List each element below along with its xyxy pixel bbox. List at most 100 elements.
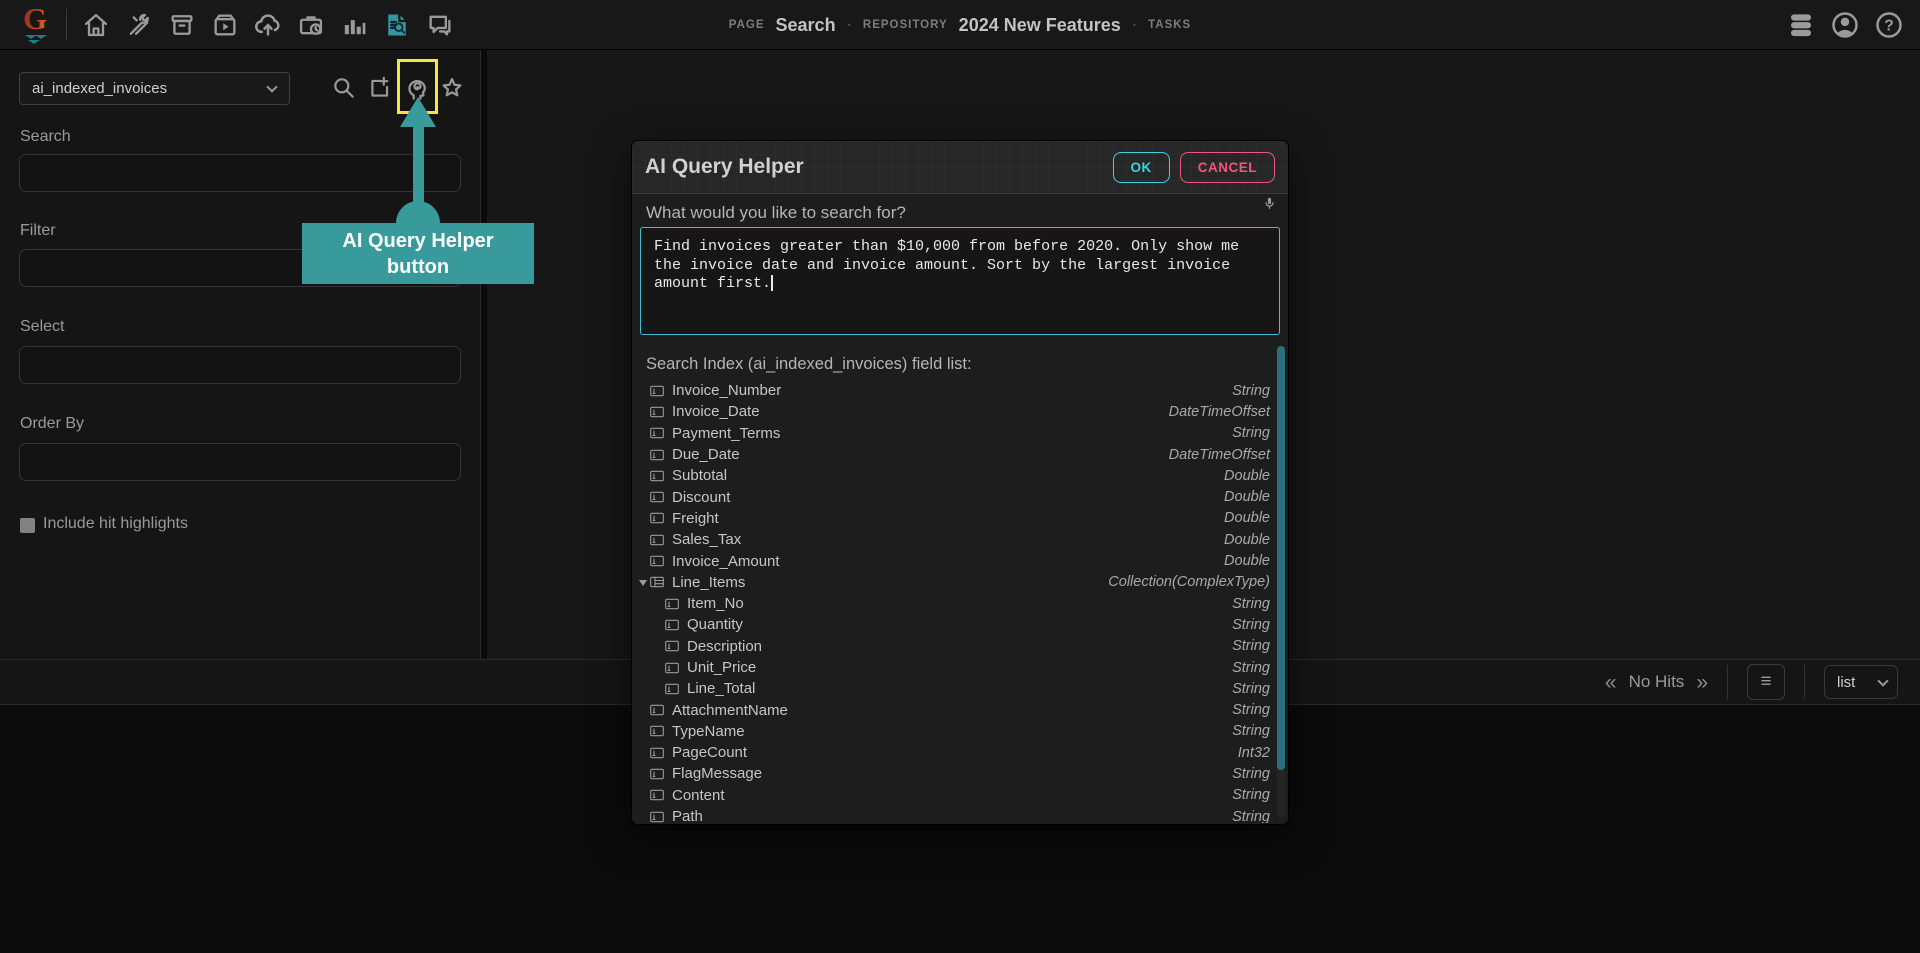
hit-count-status: No Hits [1628, 672, 1685, 691]
page-label: PAGE [728, 19, 765, 31]
query-textarea[interactable]: Find invoices greater than $10,000 from … [640, 227, 1280, 335]
svg-text:?: ? [1884, 18, 1894, 35]
field-row[interactable]: PageCount Int32 [632, 742, 1274, 763]
field-row[interactable]: Freight Double [632, 508, 1274, 529]
input-field-icon [650, 470, 664, 482]
bar-chart-icon[interactable] [337, 8, 371, 42]
ai-query-helper-dialog: AI Query Helper OK CANCEL What would you… [632, 141, 1288, 824]
field-type: String [1232, 638, 1270, 655]
field-row[interactable]: Content String [632, 785, 1274, 806]
callout-arrow-head [400, 97, 436, 127]
field-row[interactable]: Discount Double [632, 486, 1274, 507]
input-field-icon [650, 768, 664, 780]
field-name: Quantity [687, 616, 743, 634]
input-field-icon [650, 406, 664, 418]
archive-box-icon[interactable] [165, 8, 199, 42]
input-field-icon [650, 491, 664, 503]
cancel-button[interactable]: CANCEL [1179, 151, 1275, 183]
field-row[interactable]: Line_Total String [632, 678, 1274, 699]
previous-hit-icon[interactable]: « [1605, 672, 1617, 693]
next-hit-icon[interactable]: » [1696, 672, 1708, 693]
field-type: String [1232, 765, 1270, 782]
search-field-label: Search [20, 128, 71, 145]
field-row[interactable]: Description String [632, 636, 1274, 657]
dialog-body: What would you like to search for? Find … [632, 194, 1288, 823]
input-field-icon [650, 534, 664, 545]
field-name: Freight [672, 509, 719, 527]
home-icon[interactable] [79, 8, 113, 42]
field-name: Item_No [687, 595, 744, 613]
field-row[interactable]: TypeName String [632, 721, 1274, 742]
scrollbar-thumb[interactable] [1277, 346, 1285, 770]
field-type: DateTimeOffset [1168, 403, 1270, 420]
order-by-field-label: Order By [20, 415, 85, 432]
scrollbar-track[interactable] [1277, 346, 1285, 818]
field-row[interactable]: Invoice_Amount Double [632, 550, 1274, 571]
input-field-icon [650, 427, 664, 439]
divider [1804, 665, 1805, 699]
account-icon[interactable] [1828, 8, 1862, 42]
field-name: Invoice_Amount [672, 552, 780, 570]
help-icon[interactable]: ? [1872, 8, 1906, 42]
include-hit-highlights-label: Include hit highlights [43, 515, 188, 532]
field-type: String [1232, 659, 1270, 676]
messages-icon[interactable] [423, 8, 457, 42]
field-row[interactable]: Subtotal Double [632, 465, 1274, 486]
callout-arrow-stem [413, 124, 424, 208]
field-type: String [1232, 787, 1270, 804]
filter-field-label: Filter [20, 222, 56, 239]
callout-text-line1: AI Query Helper [342, 229, 494, 252]
archive-select[interactable]: ai_indexed_invoices [19, 72, 290, 105]
divider [1727, 665, 1728, 699]
cloud-upload-icon[interactable] [251, 8, 285, 42]
favorites-star-icon[interactable] [438, 74, 466, 102]
document-search-icon[interactable] [380, 8, 414, 42]
field-type: Double [1224, 531, 1270, 548]
search-icon[interactable] [330, 74, 358, 102]
field-row[interactable]: Unit_Price String [632, 657, 1274, 678]
database-icon[interactable] [1784, 8, 1818, 42]
include-hit-highlights-checkbox[interactable] [20, 518, 35, 533]
field-row[interactable]: AttachmentName String [632, 699, 1274, 720]
field-row[interactable]: Item_No String [632, 593, 1274, 614]
field-type: DateTimeOffset [1168, 446, 1270, 463]
field-row[interactable]: Due_Date DateTimeOffset [632, 444, 1274, 465]
table-field-icon [650, 577, 664, 588]
results-menu-button[interactable]: ≡ [1747, 664, 1785, 700]
tools-icon[interactable] [122, 8, 156, 42]
field-row[interactable]: Payment_Terms String [632, 423, 1274, 444]
field-row[interactable]: Invoice_Number String [632, 380, 1274, 401]
order-by-input[interactable] [19, 443, 461, 481]
dialog-header: AI Query Helper OK CANCEL [632, 141, 1288, 194]
field-name: Payment_Terms [672, 424, 781, 442]
field-row[interactable]: Line_Items Collection(ComplexType) [632, 572, 1274, 593]
dialog-title: AI Query Helper [645, 155, 804, 178]
input-field-icon [650, 385, 664, 396]
export-new-icon[interactable] [366, 74, 394, 102]
field-row[interactable]: Invoice_Date DateTimeOffset [632, 401, 1274, 422]
field-row[interactable]: Quantity String [632, 614, 1274, 635]
select-input[interactable] [19, 346, 461, 384]
field-type: String [1232, 425, 1270, 442]
field-type: Double [1224, 467, 1270, 484]
field-row[interactable]: Sales_Tax Double [632, 529, 1274, 550]
video-box-icon[interactable] [208, 8, 242, 42]
input-field-icon [665, 598, 679, 609]
globalsearch-logo[interactable]: G [14, 0, 60, 47]
field-row[interactable]: Path String [632, 806, 1274, 823]
field-type: Double [1224, 510, 1270, 527]
field-name: Line_Total [687, 680, 756, 698]
view-mode-select[interactable]: list [1824, 665, 1898, 699]
field-type: String [1232, 616, 1270, 633]
collapse-expander-icon[interactable] [639, 579, 647, 586]
briefcase-clock-icon[interactable] [294, 8, 328, 42]
field-name: Content [672, 786, 725, 804]
field-name: Invoice_Number [672, 382, 782, 400]
search-input[interactable] [19, 154, 461, 192]
input-field-icon [650, 449, 664, 460]
field-row[interactable]: FlagMessage String [632, 763, 1274, 784]
logo-g: G [23, 0, 48, 36]
microphone-icon[interactable] [1261, 196, 1278, 218]
ok-button[interactable]: OK [1112, 151, 1170, 183]
input-field-icon [665, 619, 679, 631]
